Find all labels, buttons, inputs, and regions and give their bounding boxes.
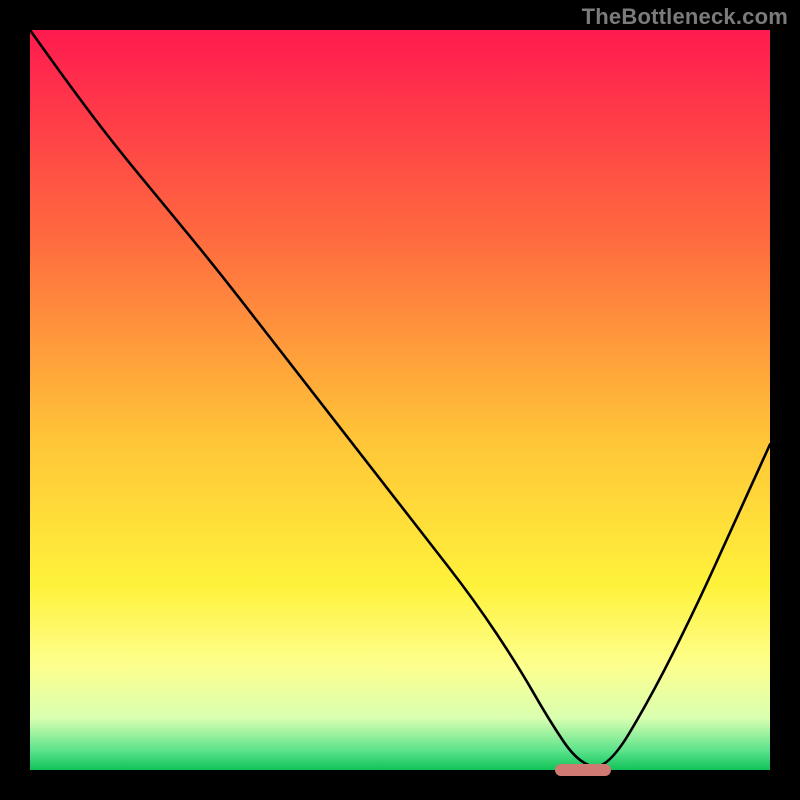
bottleneck-curve: [30, 30, 770, 770]
watermark-text: TheBottleneck.com: [582, 4, 788, 30]
plot-area: [30, 30, 770, 770]
chart-container: TheBottleneck.com: [0, 0, 800, 800]
optimal-marker: [555, 764, 611, 776]
